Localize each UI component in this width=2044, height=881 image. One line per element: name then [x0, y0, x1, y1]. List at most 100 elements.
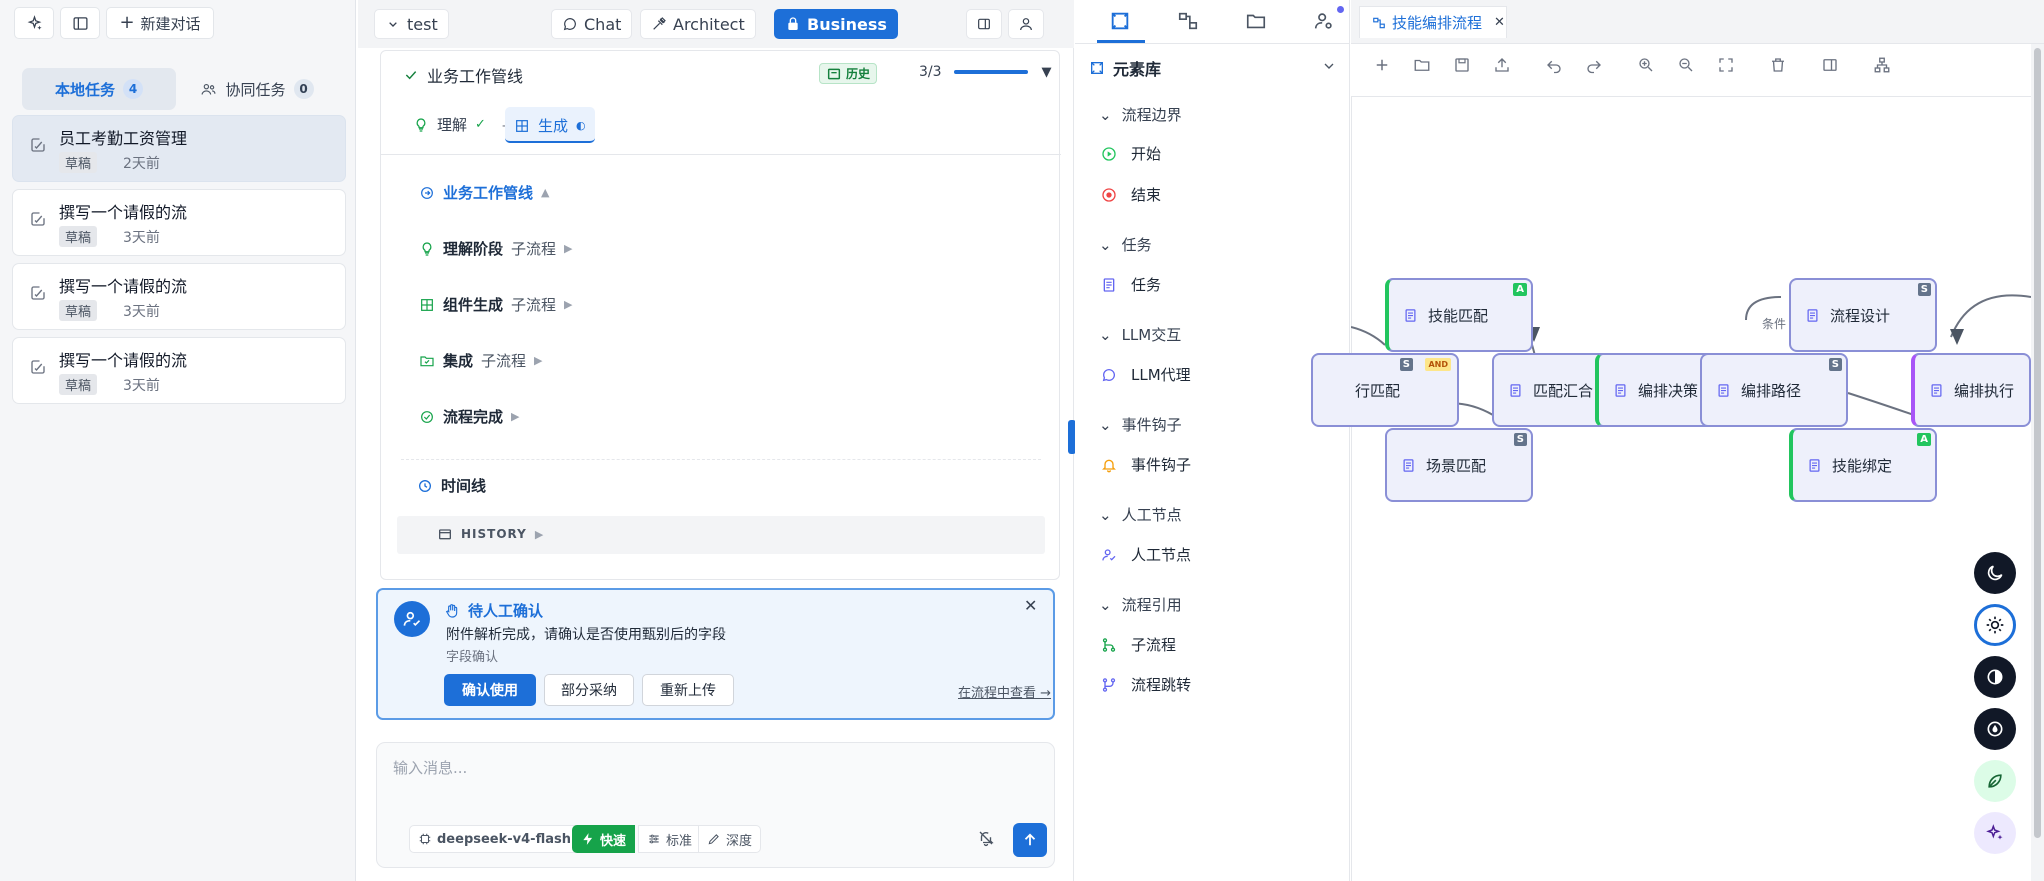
history-row[interactable]: HISTORY ▶ — [397, 516, 1045, 554]
speed-fast-button[interactable]: 快速 — [572, 825, 636, 853]
node-label: 技能绑定 — [1832, 456, 1893, 475]
document-icon — [1103, 277, 1115, 292]
bell-icon — [1102, 459, 1116, 472]
task-card[interactable]: 撰写一个请假的流 草稿 3天前 — [12, 337, 346, 404]
session-selector[interactable]: test — [374, 9, 449, 39]
view-in-flow-link[interactable]: 在流程中查看 → — [958, 682, 1051, 701]
speed-standard-button[interactable]: 标准 — [638, 825, 702, 853]
save-icon[interactable] — [1453, 56, 1471, 74]
sparkle-icon — [1986, 824, 2003, 840]
send-button[interactable] — [1013, 823, 1047, 857]
close-confirm-button[interactable]: ✕ — [1024, 596, 1037, 615]
bolt-icon — [583, 833, 593, 845]
library-header[interactable]: 元素库 — [1089, 56, 1161, 80]
theme-leaf-button[interactable] — [1974, 760, 2016, 802]
redo-icon[interactable] — [1585, 56, 1603, 74]
group-flow-boundary[interactable]: ⌄ 流程边界 — [1099, 104, 1182, 125]
mode-architect-button[interactable]: Architect — [640, 9, 756, 39]
pipeline-header[interactable]: 业务工作管线 — [403, 63, 523, 87]
flow-node[interactable]: 场景匹配 S — [1385, 428, 1533, 502]
edit-doc-icon — [31, 286, 45, 300]
mode-business-button[interactable]: Business — [774, 9, 898, 39]
flow-node[interactable]: 编排路径 S — [1700, 353, 1848, 427]
panel-icon[interactable] — [1821, 56, 1839, 74]
new-chat-button[interactable]: + 新建对话 — [106, 7, 214, 39]
flow-node[interactable]: 行匹配 S AND — [1311, 353, 1459, 427]
item-flow-jump[interactable]: 流程跳转 — [1101, 674, 1191, 695]
flow-node[interactable]: 技能绑定 A — [1789, 428, 1937, 502]
close-tab-button[interactable]: ✕ — [1494, 15, 1505, 30]
task-card[interactable]: 员工考勤工资管理 草稿 2天前 — [12, 115, 346, 182]
item-end[interactable]: 结束 — [1101, 184, 1161, 205]
zoom-out-icon[interactable] — [1677, 56, 1695, 74]
theme-contrast-button[interactable] — [1974, 656, 2016, 698]
export-icon[interactable] — [1493, 56, 1511, 74]
tab-flow[interactable]: 技能编排流程 ✕ — [1359, 6, 1507, 38]
step-generate[interactable]: 生成 ◐ — [505, 107, 595, 143]
task-card[interactable]: 撰写一个请假的流 草稿 3天前 — [12, 263, 346, 330]
undo-icon[interactable] — [1545, 56, 1563, 74]
model-selector[interactable]: deepseek-v4-flash — [409, 825, 580, 853]
item-event-hook[interactable]: 事件钩子 — [1101, 454, 1191, 475]
open-folder-icon[interactable] — [1413, 56, 1431, 74]
sparkle-icon — [27, 14, 42, 30]
ai-assistant-button[interactable] — [14, 7, 54, 39]
zoom-in-icon[interactable] — [1637, 56, 1655, 74]
flow-node[interactable]: 技能匹配 A — [1385, 278, 1533, 352]
group-llm[interactable]: ⌄ LLM交互 — [1099, 324, 1181, 345]
stage-row[interactable]: 集成 子流程 ▶ — [419, 350, 543, 371]
canvas-icon[interactable] — [1109, 10, 1131, 32]
vertical-scrollbar[interactable] — [2031, 44, 2044, 881]
group-task[interactable]: ⌄ 任务 — [1099, 234, 1152, 255]
theme-light-button[interactable] — [1974, 604, 2016, 646]
partial-accept-button[interactable]: 部分采纳 — [544, 674, 634, 706]
flow-node[interactable]: 流程设计 S — [1789, 278, 1937, 352]
flow-node[interactable]: 编排执行 — [1911, 353, 2031, 427]
group-human-node[interactable]: ⌄ 人工节点 — [1099, 504, 1182, 525]
item-label: 人工节点 — [1131, 546, 1192, 564]
tab-collab-tasks[interactable]: 协同任务 0 — [180, 68, 334, 110]
tab-local-tasks[interactable]: 本地任务 4 — [22, 68, 176, 110]
speed-deep-button[interactable]: 深度 — [698, 825, 762, 853]
folder-icon[interactable] — [1245, 10, 1267, 32]
group-flow-reference[interactable]: ⌄ 流程引用 — [1099, 594, 1182, 615]
stage-row[interactable]: 流程完成 ▶ — [419, 406, 519, 427]
toggle-sidebar-button[interactable] — [60, 7, 100, 39]
message-input[interactable]: 输入消息... — [393, 757, 1033, 781]
group-event-hook[interactable]: ⌄ 事件钩子 — [1099, 414, 1182, 435]
theme-dark-button[interactable] — [1974, 552, 2016, 594]
item-start[interactable]: 开始 — [1101, 143, 1161, 164]
collapse-caret[interactable]: ▼ — [1042, 65, 1052, 80]
fit-screen-icon[interactable] — [1717, 56, 1735, 74]
user-settings-icon[interactable] — [1313, 10, 1335, 32]
item-subflow[interactable]: 子流程 — [1101, 634, 1176, 655]
add-icon[interactable] — [1373, 56, 1391, 74]
item-llm-agent[interactable]: LLM代理 — [1101, 364, 1191, 385]
tree-root[interactable]: 业务工作管线 ▲ — [419, 182, 549, 203]
toggle-panel-button[interactable] — [966, 9, 1002, 39]
stage-row[interactable]: 理解阶段 子流程 ▶ — [419, 238, 573, 259]
flow-icon[interactable] — [1177, 10, 1199, 32]
reupload-button[interactable]: 重新上传 — [642, 674, 734, 706]
task-time: 3天前 — [123, 378, 160, 394]
item-human-node[interactable]: 人工节点 — [1101, 544, 1191, 565]
mode-chat-button[interactable]: Chat — [551, 9, 633, 39]
step-state: ✓ — [475, 117, 486, 132]
history-badge[interactable]: 历史 — [819, 63, 878, 84]
item-task[interactable]: 任务 — [1101, 274, 1161, 295]
notification-toggle[interactable] — [977, 829, 997, 849]
stage-row[interactable]: 组件生成 子流程 ▶ — [419, 294, 573, 315]
theme-drop-button[interactable] — [1974, 708, 2016, 750]
hierarchy-icon[interactable] — [1873, 56, 1891, 74]
stage-label: 理解阶段 — [443, 240, 504, 258]
scroll-thumb[interactable] — [2034, 48, 2041, 838]
timeline-header[interactable]: 时间线 — [417, 475, 486, 496]
step-understand[interactable]: 理解 ✓ — — [413, 114, 517, 135]
confirm-card: 待人工确认 附件解析完成，请确认是否使用甄别后的字段 字段确认 确认使用 部分采… — [376, 588, 1055, 720]
task-card[interactable]: 撰写一个请假的流 草稿 3天前 — [12, 189, 346, 256]
theme-sparkle-button[interactable] — [1974, 812, 2016, 854]
user-button[interactable] — [1008, 9, 1044, 39]
trash-icon[interactable] — [1769, 56, 1787, 74]
chevron-down-icon[interactable] — [1321, 58, 1337, 74]
confirm-use-button[interactable]: 确认使用 — [444, 674, 536, 706]
